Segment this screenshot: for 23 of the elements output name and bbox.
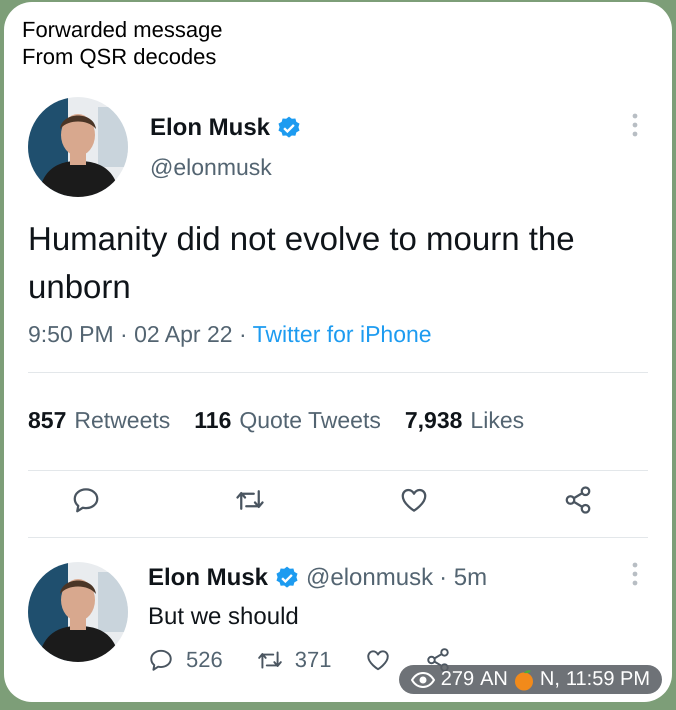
eye-icon	[410, 672, 435, 688]
tweet-stat[interactable]: 7,938 Likes	[404, 407, 524, 434]
author-name: Elon Musk	[148, 564, 268, 592]
reply-age: · 5m	[439, 564, 488, 592]
fruit-icon	[514, 668, 534, 690]
author-handle: @elonmusk	[150, 154, 273, 180]
author-name: Elon Musk	[150, 114, 270, 142]
action-count: 526	[186, 647, 223, 673]
tweet-stat[interactable]: 857 Retweets	[28, 407, 170, 434]
action-count: 371	[294, 647, 332, 673]
author-handle: @elonmusk	[306, 564, 434, 592]
view-count: 279	[440, 668, 474, 691]
forward-source: From QSR decodes	[22, 43, 216, 70]
message-time: 11:59 PM	[566, 668, 650, 691]
tweet-timestamp: 9:50 PM · 02 Apr 22 ·	[28, 321, 247, 348]
forwarded-label: Forwarded message	[22, 16, 223, 43]
tweet-stat[interactable]: 116 Quote Tweets	[194, 407, 381, 434]
share-icon[interactable]	[563, 485, 593, 515]
reply-icon[interactable]	[148, 647, 174, 673]
author-name: AN	[480, 668, 508, 691]
author-name: N,	[540, 668, 560, 691]
tweet-text: Humanity did not evolve to mourn the unborn	[27, 219, 576, 307]
reply-text: But we should	[148, 603, 300, 631]
